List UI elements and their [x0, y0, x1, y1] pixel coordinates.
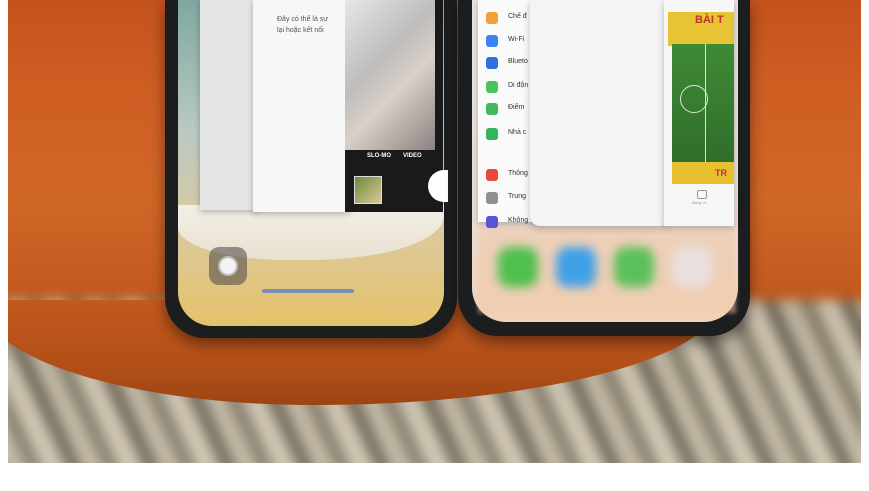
- settings-item-label: Không: [508, 217, 529, 224]
- photo-scene: Đây có thể là sự lại hoặc kết nối SLO-MO…: [0, 0, 869, 491]
- settings-item-icon: [486, 12, 498, 24]
- note-line: Đây có thể là sự: [277, 16, 328, 23]
- field-center-circle: [680, 85, 708, 113]
- settings-item-label: Wi-Fi: [508, 36, 525, 43]
- game-banner-title: BÀI T: [695, 14, 724, 26]
- settings-item-icon: [486, 103, 498, 115]
- dock-phone-icon: [498, 247, 538, 287]
- dock-messages-icon: [614, 247, 654, 287]
- image-border-right: [861, 0, 869, 491]
- home-indicator-bar[interactable]: [262, 289, 354, 293]
- settings-item-icon: [486, 169, 498, 181]
- dock-music-icon: [672, 247, 712, 287]
- tab-bar-label: Bảng ch: [692, 200, 707, 205]
- camera-mode-video: VIDEO: [403, 153, 422, 159]
- camera-viewfinder-image: [345, 0, 435, 150]
- note-line: lại hoặc kết nối: [277, 27, 324, 34]
- settings-item-label: Chế đ: [508, 13, 527, 20]
- image-border-bottom: [0, 463, 869, 491]
- settings-item-label: Blueto: [508, 58, 528, 65]
- app-switcher-card-blank[interactable]: [530, 0, 670, 226]
- camera-mode-slomo: SLO-MO: [367, 153, 391, 159]
- assistive-touch-dot-icon: [218, 256, 238, 276]
- settings-item-icon: [486, 216, 498, 228]
- image-border-left: [0, 0, 8, 491]
- settings-item-icon: [486, 192, 498, 204]
- settings-item-label: Nhà c: [508, 129, 527, 136]
- settings-item-label: Di độn: [508, 82, 529, 89]
- settings-item-label: Thông: [508, 170, 528, 177]
- dock-safari-icon: [556, 247, 596, 287]
- settings-item-icon: [486, 57, 498, 69]
- settings-item-icon: [486, 128, 498, 140]
- settings-item-icon: [486, 81, 498, 93]
- settings-item-label: Trung: [508, 193, 527, 200]
- app-switcher-card-notes[interactable]: Đây có thể là sự lại hoặc kết nối: [253, 0, 350, 212]
- camera-thumbnail[interactable]: [354, 176, 382, 204]
- app-switcher-card-back[interactable]: [200, 0, 260, 210]
- tab-bar-icon[interactable]: [697, 190, 707, 199]
- game-footer-label: TR: [715, 168, 727, 178]
- settings-item-icon: [486, 35, 498, 47]
- settings-item-label: Điểm: [508, 104, 525, 111]
